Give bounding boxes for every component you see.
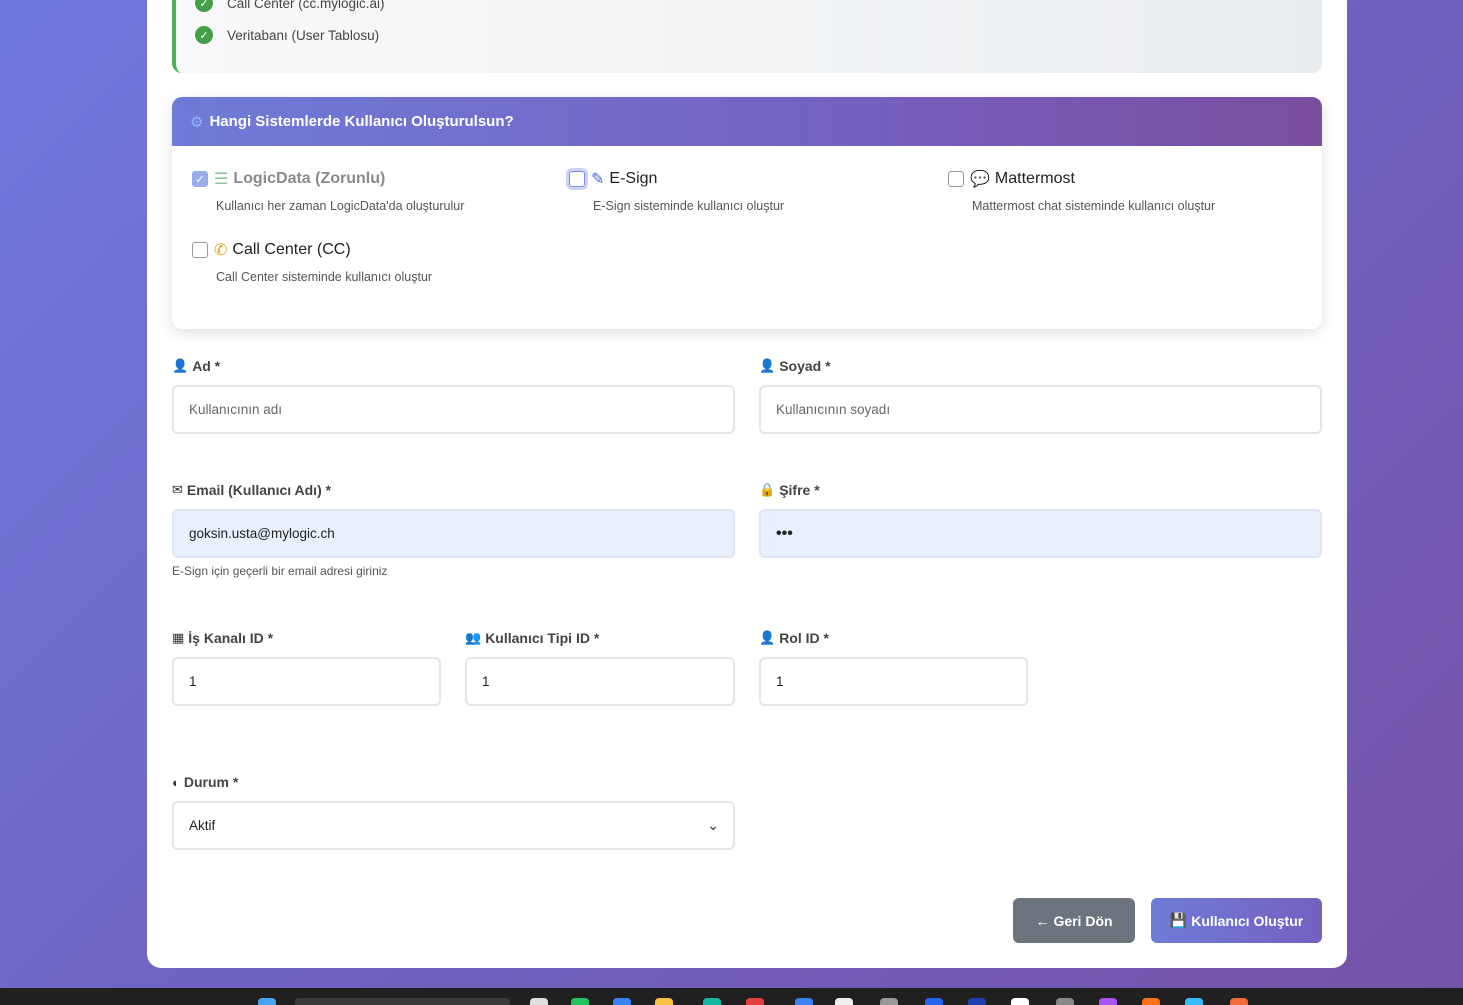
systems-title: Hangi Sistemlerde Kullanıcı Oluşturulsun…: [209, 113, 514, 130]
verified-item: ✓ Veritabanı (User Tablosu): [195, 26, 379, 44]
is-kanali-value: 1: [189, 674, 197, 689]
windows-start-icon[interactable]: [258, 998, 276, 1005]
durum-select[interactable]: Aktif ⌄: [172, 801, 735, 850]
user-icon: 👤: [759, 358, 776, 373]
mattermost-checkbox[interactable]: [948, 171, 964, 187]
durum-value: Aktif: [189, 818, 216, 833]
ad-label-text: Ad *: [192, 358, 221, 374]
soyad-placeholder: Kullanıcının soyadı: [776, 402, 891, 417]
logicdata-label: LogicData (Zorunlu): [233, 170, 386, 187]
check-circle-icon: ✓: [195, 26, 213, 44]
user-icon: 👤: [172, 358, 189, 373]
app-icon[interactable]: [746, 998, 764, 1005]
rol-value: 1: [776, 674, 784, 689]
app-icon[interactable]: [925, 998, 943, 1005]
callcenter-desc: Call Center sisteminde kullanıcı oluştur: [216, 270, 433, 284]
verified-item-label: Call Center (cc.mylogic.ai): [227, 0, 385, 11]
users-icon: 👥: [465, 630, 482, 645]
kullanici-tipi-label: 👥 Kullanıcı Tipi ID *: [465, 630, 599, 646]
back-button-label: Geri Dön: [1053, 912, 1113, 929]
system-option-esign[interactable]: ✎ E-Sign E-Sign sisteminde kullanıcı olu…: [569, 169, 784, 213]
durum-label: ◐ Durum *: [172, 774, 238, 790]
system-option-callcenter[interactable]: ✆ Call Center (CC) Call Center sistemind…: [192, 240, 432, 284]
gears-icon: ⚙: [190, 113, 204, 131]
app-icon[interactable]: [835, 998, 853, 1005]
system-option-logicdata: ✓ ☰ LogicData (Zorunlu) Kullanıcı her za…: [192, 169, 464, 213]
email-label: ✉ Email (Kullanıcı Adı) *: [172, 482, 331, 498]
app-icon[interactable]: [1056, 998, 1074, 1005]
logicdata-desc: Kullanıcı her zaman LogicData'da oluştur…: [216, 199, 465, 213]
arrow-left-icon: ←: [1035, 912, 1050, 929]
verified-item-label: Veritabanı (User Tablosu): [227, 27, 380, 43]
chevron-down-icon: ⌄: [707, 817, 719, 833]
esign-label[interactable]: E-Sign: [609, 170, 657, 188]
systems-card: ⚙ Hangi Sistemlerde Kullanıcı Oluşturuls…: [172, 97, 1322, 329]
app-icon[interactable]: [1099, 998, 1117, 1005]
app-icon[interactable]: [530, 998, 548, 1005]
email-value: goksin.usta@mylogic.ch: [189, 526, 335, 541]
mattermost-label[interactable]: Mattermost: [995, 170, 1075, 188]
soyad-label: 👤 Soyad *: [759, 358, 831, 374]
app-icon[interactable]: [880, 998, 898, 1005]
app-icon[interactable]: [968, 998, 986, 1005]
toggle-icon: ◐: [172, 774, 180, 790]
ad-input[interactable]: Kullanıcının adı: [172, 385, 735, 434]
durum-label-text: Durum *: [183, 774, 239, 790]
app-icon[interactable]: [795, 998, 813, 1005]
system-option-mattermost[interactable]: 💬 Mattermost Mattermost chat sisteminde …: [948, 169, 1215, 213]
esign-desc: E-Sign sisteminde kullanıcı oluştur: [593, 199, 785, 213]
systems-header: ⚙ Hangi Sistemlerde Kullanıcı Oluşturuls…: [172, 97, 1322, 146]
create-user-button[interactable]: 💾 Kullanıcı Oluştur: [1151, 898, 1322, 943]
os-taskbar: [0, 988, 1463, 1005]
kullanici-tipi-value: 1: [482, 674, 490, 689]
logicdata-checkbox: ✓: [192, 171, 208, 187]
check-circle-icon: ✓: [195, 0, 213, 12]
mattermost-desc: Mattermost chat sisteminde kullanıcı olu…: [972, 199, 1216, 213]
rol-label: 👤 Rol ID *: [759, 630, 829, 646]
ad-placeholder: Kullanıcının adı: [189, 402, 283, 417]
is-kanali-label: ▦ İş Kanalı ID *: [172, 630, 273, 646]
callcenter-checkbox[interactable]: [192, 242, 208, 258]
kullanici-tipi-input[interactable]: 1: [465, 657, 735, 706]
app-icon[interactable]: [1142, 998, 1160, 1005]
callcenter-label[interactable]: Call Center (CC): [232, 241, 350, 259]
app-icon[interactable]: [1011, 998, 1029, 1005]
lock-icon: 🔒: [759, 482, 776, 497]
user-tag-icon: 👤: [759, 630, 776, 645]
folder-icon[interactable]: [655, 998, 673, 1005]
soyad-input[interactable]: Kullanıcının soyadı: [759, 385, 1322, 434]
rol-input[interactable]: 1: [759, 657, 1028, 706]
email-input[interactable]: goksin.usta@mylogic.ch: [172, 509, 735, 558]
sifre-input[interactable]: •••: [759, 509, 1322, 558]
phone-icon: ✆: [214, 242, 228, 259]
file-signature-icon: ✎: [591, 171, 605, 188]
save-icon: 💾: [1169, 912, 1188, 928]
soyad-label-text: Soyad *: [779, 358, 831, 374]
sifre-label-text: Şifre *: [779, 482, 820, 498]
app-icon[interactable]: [703, 998, 721, 1005]
sifre-value: •••: [776, 524, 793, 542]
email-label-text: Email (Kullanıcı Adı) *: [186, 482, 332, 498]
verified-item: ✓ Call Center (cc.mylogic.ai): [195, 0, 385, 12]
email-hint: E-Sign için geçerli bir email adresi gir…: [172, 564, 388, 578]
verified-systems-box: ✓ Call Center (cc.mylogic.ai) ✓ Veritaba…: [172, 0, 1322, 73]
app-icon[interactable]: [571, 998, 589, 1005]
rol-label-text: Rol ID *: [779, 630, 829, 646]
create-user-button-label: Kullanıcı Oluştur: [1191, 912, 1304, 929]
esign-checkbox[interactable]: [569, 171, 585, 187]
database-icon: ☰: [214, 171, 229, 188]
envelope-icon: ✉: [172, 482, 183, 497]
is-kanali-label-text: İş Kanalı ID *: [188, 630, 274, 646]
ad-label: 👤 Ad *: [172, 358, 220, 374]
taskbar-search[interactable]: [295, 998, 510, 1005]
comments-icon: 💬: [970, 171, 990, 188]
app-icon[interactable]: [1230, 998, 1248, 1005]
kullanici-tipi-label-text: Kullanıcı Tipi ID *: [485, 630, 600, 646]
app-icon[interactable]: [1185, 998, 1203, 1005]
building-icon: ▦: [172, 630, 185, 645]
back-button[interactable]: ← Geri Dön: [1013, 898, 1135, 943]
sifre-label: 🔒 Şifre *: [759, 482, 820, 498]
is-kanali-input[interactable]: 1: [172, 657, 441, 706]
app-icon[interactable]: [613, 998, 631, 1005]
